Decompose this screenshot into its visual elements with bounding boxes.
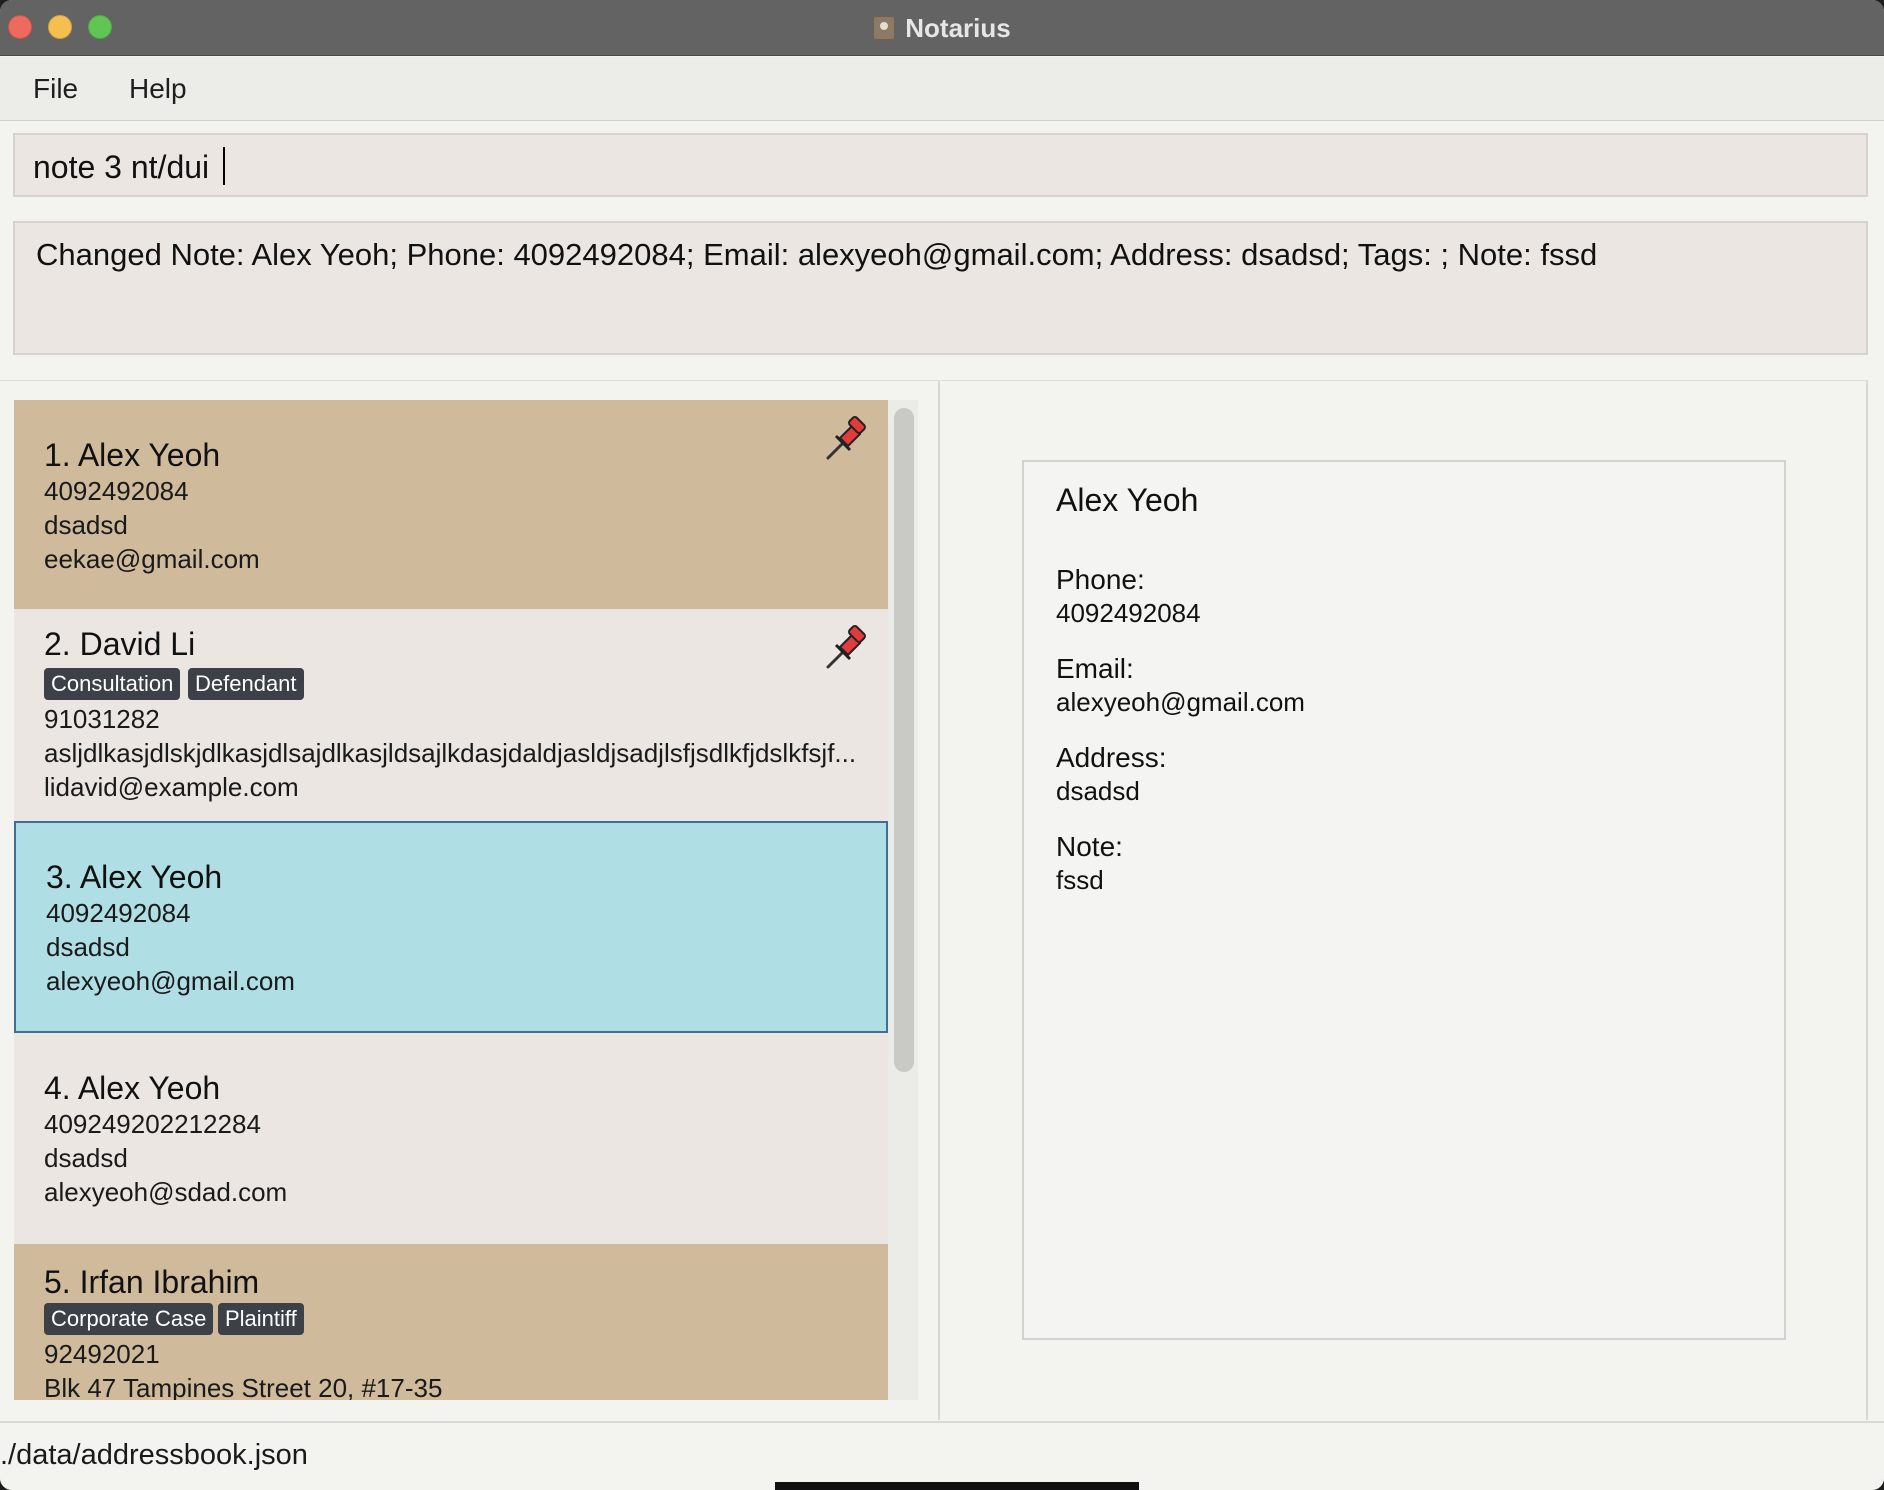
contact-name: 2. David Li (44, 626, 196, 662)
contact-card[interactable]: 4. Alex Yeoh 409249202212284 dsadsd alex… (14, 1033, 888, 1244)
contact-card[interactable]: 1. Alex Yeoh 4092492084 dsadsd eekae@gma… (14, 400, 888, 609)
menu-bar: File Help (0, 57, 1884, 121)
tag-badge: Consultation (44, 668, 181, 700)
contact-phone: 4092492084 (44, 476, 189, 506)
contact-address: Blk 47 Tampines Street 20, #17-35 (44, 1373, 443, 1400)
tag-badge: Plaintiff (218, 1303, 304, 1335)
detail-note-label: Note: (1056, 831, 1123, 862)
contact-name: 1. Alex Yeoh (44, 437, 221, 473)
pin-icon (826, 625, 866, 669)
app-window: Notarius File Help Changed Note: Alex Ye… (0, 0, 1884, 1490)
detail-address-label: Address: (1056, 742, 1167, 773)
tag-badge: Defendant (188, 668, 304, 700)
detail-email: alexyeoh@gmail.com (1056, 687, 1305, 717)
contact-list[interactable]: 1. Alex Yeoh 4092492084 dsadsd eekae@gma… (14, 400, 888, 1400)
status-bar: ./data/addressbook.json (0, 1421, 1884, 1490)
menu-help[interactable]: Help (129, 73, 187, 105)
detail-phone: 4092492084 (1056, 598, 1201, 628)
bottom-edge-strip (775, 1482, 1139, 1490)
contact-phone: 91031282 (44, 704, 160, 734)
detail-name: Alex Yeoh (1056, 482, 1199, 518)
contact-card[interactable]: 5. Irfan Ibrahim Corporate Case Plaintif… (14, 1244, 888, 1400)
detail-email-label: Email: (1056, 653, 1134, 684)
contact-email: lidavid@example.com (44, 772, 299, 802)
command-input[interactable] (33, 149, 1833, 186)
contact-phone: 4092492084 (46, 898, 191, 928)
detail-address: dsadsd (1056, 776, 1140, 806)
result-message: Changed Note: Alex Yeoh; Phone: 40924920… (36, 237, 1598, 272)
contact-card[interactable]: 2. David Li Consultation Defendant 91031… (14, 609, 888, 821)
command-box[interactable] (13, 133, 1868, 197)
window-title: Notarius (905, 12, 1011, 43)
contact-address: asljdlkasjdlskjdlkasjdlsajdlkasjldsajlkd… (44, 738, 857, 768)
contacts-app-icon (873, 16, 896, 40)
result-display: Changed Note: Alex Yeoh; Phone: 40924920… (13, 221, 1868, 355)
pin-icon (826, 416, 866, 460)
menu-file[interactable]: File (33, 73, 78, 105)
contact-email: alexyeoh@gmail.com (46, 966, 295, 996)
title-wrap: Notarius (0, 0, 1884, 56)
contact-card-selected[interactable]: 3. Alex Yeoh 4092492084 dsadsd alexyeoh@… (14, 821, 888, 1033)
contact-name: 3. Alex Yeoh (46, 859, 223, 895)
contact-phone: 409249202212284 (44, 1109, 261, 1139)
contact-phone: 92492021 (44, 1339, 160, 1369)
title-bar: Notarius (0, 0, 1884, 56)
list-scrollbar-thumb[interactable] (894, 408, 914, 1072)
detail-note: fssd (1056, 865, 1104, 895)
save-file-path: ./data/addressbook.json (0, 1439, 308, 1471)
contact-name: 5. Irfan Ibrahim (44, 1264, 260, 1300)
contact-address: dsadsd (44, 1143, 128, 1173)
contact-name: 4. Alex Yeoh (44, 1070, 221, 1106)
contact-address: dsadsd (46, 932, 130, 962)
tag-badge: Corporate Case (44, 1303, 214, 1335)
contact-detail-card: Alex Yeoh Phone: 4092492084 Email: alexy… (1022, 460, 1786, 1340)
contact-email: eekae@gmail.com (44, 544, 260, 574)
contact-email: alexyeoh@sdad.com (44, 1177, 288, 1207)
contact-address: dsadsd (44, 510, 128, 540)
text-caret (223, 147, 225, 185)
detail-phone-label: Phone: (1056, 564, 1145, 595)
